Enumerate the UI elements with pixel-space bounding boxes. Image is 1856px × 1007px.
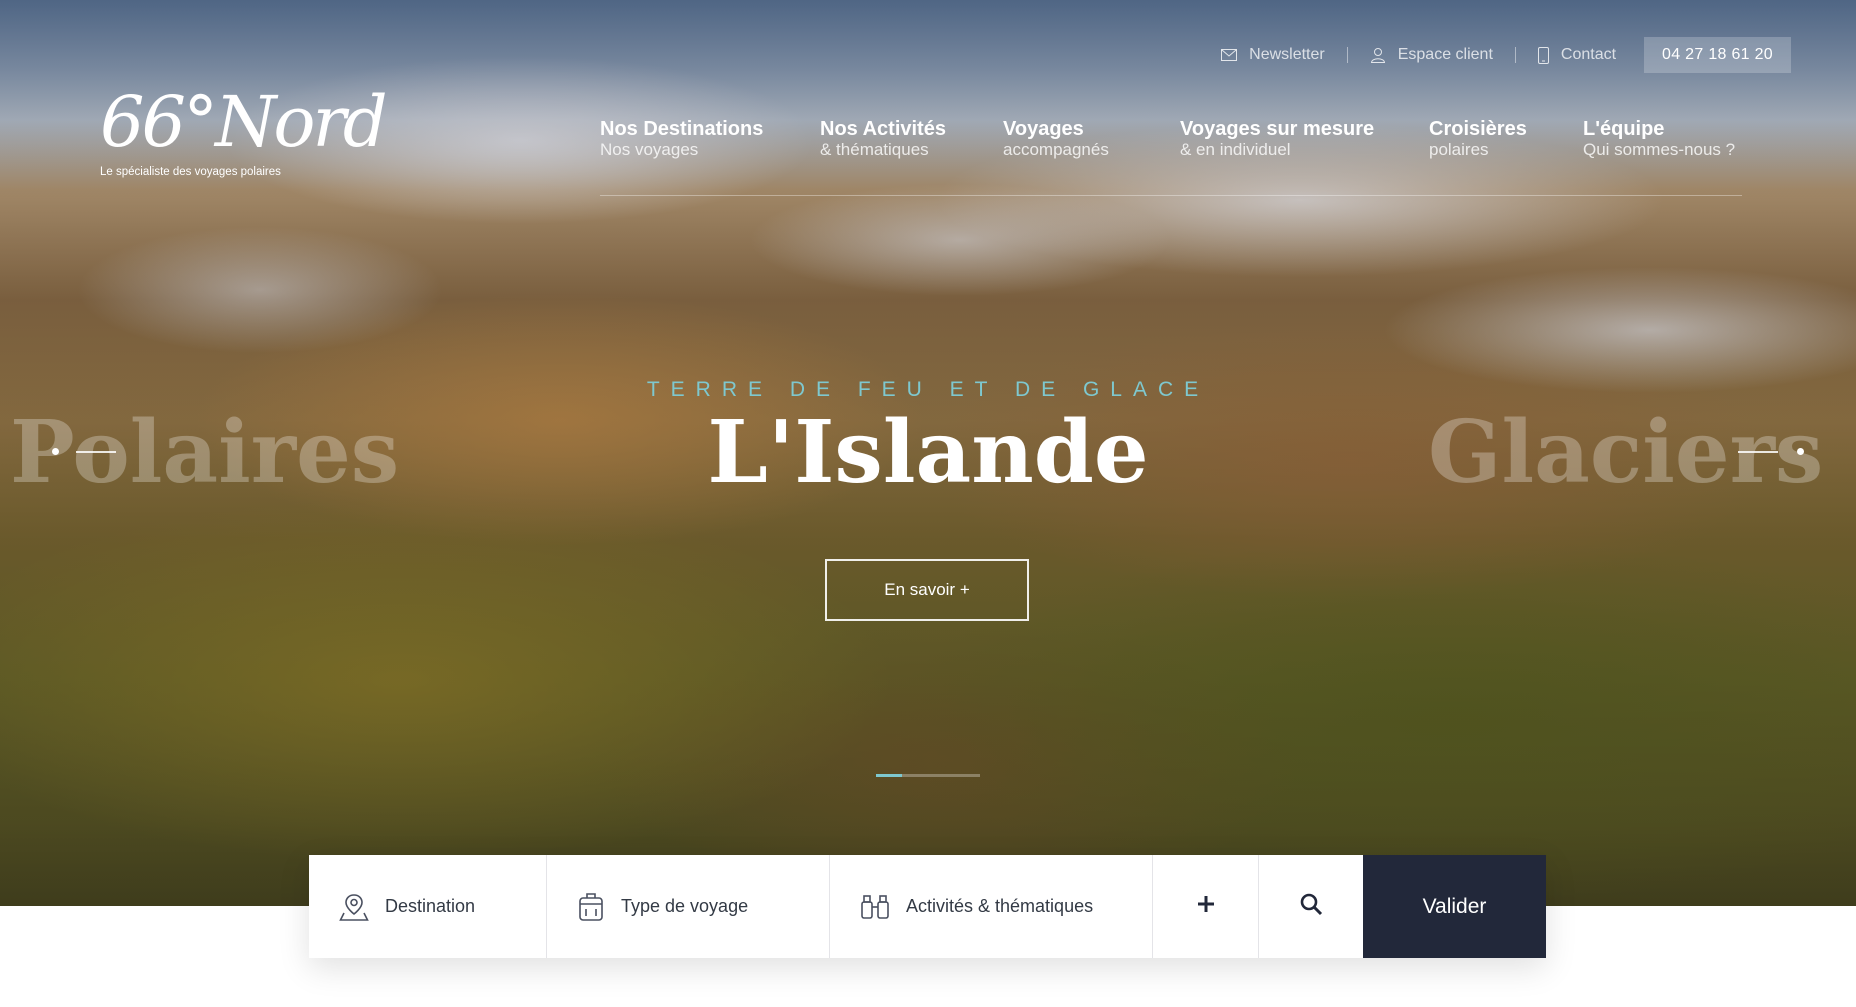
more-filters-button[interactable] <box>1153 855 1259 958</box>
nav-custom-trips[interactable]: Voyages sur mesure & en individuel <box>1180 117 1374 159</box>
nav-guided-trips[interactable]: Voyages accompagnés <box>1003 117 1109 159</box>
learn-more-button[interactable]: En savoir + <box>825 559 1029 621</box>
mobile-phone-icon <box>1537 46 1549 64</box>
site-logo[interactable]: 66°Nord Le spécialiste des voyages polai… <box>100 81 388 197</box>
destination-select[interactable]: Destination <box>309 855 547 958</box>
nav-subtitle: polaires <box>1429 140 1489 159</box>
newsletter-label: Newsletter <box>1249 46 1325 63</box>
nav-title: Croisières <box>1429 118 1527 140</box>
envelope-icon <box>1221 49 1238 61</box>
destination-label: Destination <box>385 896 476 916</box>
client-area-label: Espace client <box>1397 46 1493 63</box>
logo-tagline: Le spécialiste des voyages polaires <box>100 166 281 178</box>
nav-subtitle: accompagnés <box>1003 140 1109 159</box>
search-icon <box>1299 892 1323 921</box>
luggage-icon <box>577 891 605 923</box>
trip-search-bar: Destination Type de voyage Activités & t… <box>309 855 1546 958</box>
user-icon <box>1370 47 1386 63</box>
keyword-search-button[interactable] <box>1259 855 1363 958</box>
slider-progress-fill <box>876 774 902 777</box>
client-area-link[interactable]: Espace client <box>1348 46 1515 64</box>
slide-title: L'Islande <box>707 402 1149 503</box>
main-navigation: Nos Destinations Nos voyages Nos Activit… <box>600 117 1742 196</box>
activities-select[interactable]: Activités & thématiques <box>830 855 1153 958</box>
slider-progress <box>876 774 980 777</box>
nav-subtitle: & thématiques <box>820 140 929 159</box>
nav-subtitle: & en individuel <box>1180 140 1291 159</box>
nav-title: Nos Destinations <box>600 118 764 140</box>
nav-destinations[interactable]: Nos Destinations Nos voyages <box>600 117 763 159</box>
nav-team[interactable]: L'équipe Qui sommes-nous ? <box>1583 117 1735 159</box>
trip-type-select[interactable]: Type de voyage <box>547 855 830 958</box>
phone-number-button[interactable]: 04 27 18 61 20 <box>1644 37 1791 73</box>
nav-title: Voyages sur mesure <box>1180 118 1375 140</box>
submit-button[interactable]: Valider <box>1363 855 1546 958</box>
nav-title: Voyages <box>1003 118 1084 140</box>
nav-cruises[interactable]: Croisières polaires <box>1429 117 1527 159</box>
binoculars-icon <box>860 893 890 921</box>
logo-mark: 66°Nord <box>100 81 388 163</box>
activities-label: Activités & thématiques <box>906 896 1094 916</box>
contact-link[interactable]: Contact <box>1516 46 1638 64</box>
nav-subtitle: Nos voyages <box>600 140 699 159</box>
nav-title: L'équipe <box>1583 118 1665 140</box>
trip-type-label: Type de voyage <box>621 896 749 916</box>
map-pin-icon <box>339 892 369 922</box>
nav-subtitle: Qui sommes-nous ? <box>1583 140 1736 159</box>
plus-icon <box>1197 895 1215 918</box>
nav-activities[interactable]: Nos Activités & thématiques <box>820 117 946 159</box>
contact-label: Contact <box>1560 46 1617 63</box>
utility-bar: Newsletter Espace client Contact 04 27 1… <box>1199 37 1791 73</box>
newsletter-link[interactable]: Newsletter <box>1199 46 1347 64</box>
nav-title: Nos Activités <box>820 118 946 140</box>
